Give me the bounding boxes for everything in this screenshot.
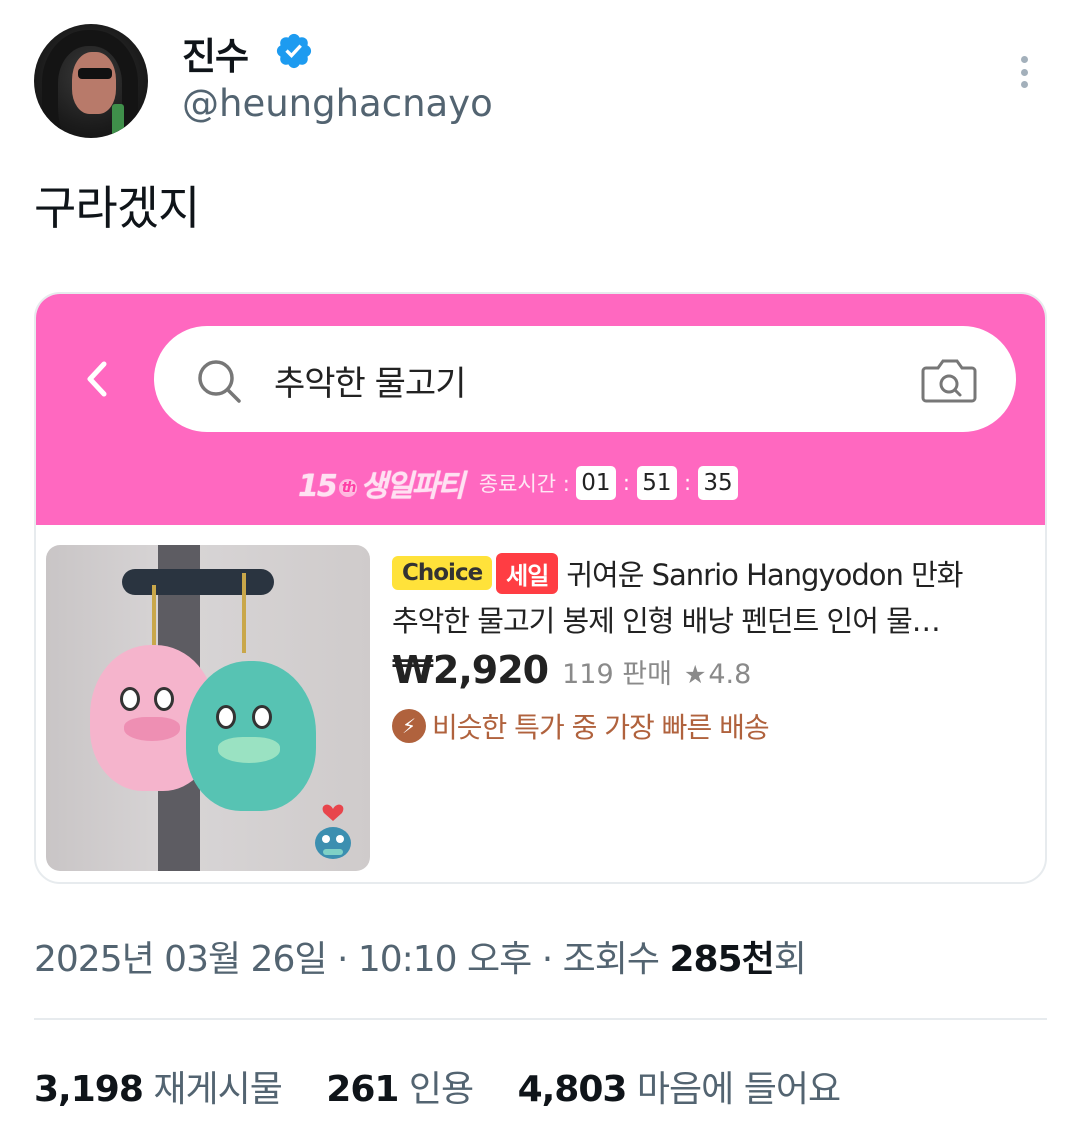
lightning-icon: ⚡ <box>392 709 426 743</box>
display-name[interactable]: 진수 <box>182 26 249 80</box>
product-info[interactable]: Choice 세일 귀여운 Sanrio Hangyodon 만화 추악한 물고… <box>392 552 1032 746</box>
like-count[interactable]: 4,803 <box>518 1069 628 1110</box>
search-bar[interactable]: 추악한 물고기 <box>154 326 1016 432</box>
user-handle[interactable]: @heunghacnayo <box>182 82 493 125</box>
avatar-face <box>72 52 116 114</box>
search-icon <box>198 360 241 403</box>
teal-plush <box>186 661 316 811</box>
product-title-line2[interactable]: 추악한 물고기 봉제 인형 배낭 펜던트 인어 물… <box>392 598 1032 638</box>
hangyodon-sticker-icon <box>315 804 351 859</box>
shop-header: 추악한 물고기 15th 생일파티 종료시간 : 01 : 51 : 35 <box>36 294 1045 525</box>
more-options-icon[interactable] <box>1010 52 1038 92</box>
promo-badge: 15th 생일파티 <box>298 469 465 504</box>
back-chevron-icon[interactable] <box>84 360 110 398</box>
attached-image-card[interactable]: 추악한 물고기 15th 생일파티 종료시간 : 01 : 51 : 35 Ch… <box>34 292 1047 884</box>
tweet-text: 구라겠지 <box>34 181 200 235</box>
timer-seconds: 35 <box>698 466 739 500</box>
camera-icon[interactable] <box>920 356 978 404</box>
product-rating: 4.8 <box>708 659 752 690</box>
quote-count[interactable]: 261 <box>326 1069 399 1110</box>
search-query[interactable]: 추악한 물고기 <box>274 356 466 405</box>
avatar-bottle <box>112 104 124 138</box>
engagement-stats: 3,198 재게시물 261 인용 4,803 마음에 들어요 <box>34 1060 874 1112</box>
timer-hours: 01 <box>575 466 616 500</box>
timer-minutes: 51 <box>636 466 677 500</box>
product-title-line1[interactable]: 귀여운 Sanrio Hangyodon 만화 <box>566 552 963 594</box>
choice-tag: Choice <box>392 556 493 590</box>
views-label: 조회수 <box>562 939 660 980</box>
star-icon: ★ <box>683 660 707 689</box>
tweet-date[interactable]: 2025년 03월 26일 <box>34 939 327 980</box>
quote-label[interactable]: 인용 <box>409 1069 474 1110</box>
product-image[interactable] <box>46 545 370 871</box>
avatar-sunglasses <box>78 68 112 79</box>
tweet-time[interactable]: 10:10 오후 <box>358 939 532 980</box>
retweet-count[interactable]: 3,198 <box>34 1069 144 1110</box>
promo-banner: 15th 생일파티 종료시간 : 01 : 51 : 35 <box>298 463 739 504</box>
avatar[interactable] <box>34 24 148 138</box>
timer-label: 종료시간 : <box>478 472 570 496</box>
views-count[interactable]: 285천 <box>669 939 774 980</box>
divider <box>34 1018 1047 1020</box>
retweet-label[interactable]: 재게시물 <box>153 1069 282 1110</box>
delivery-note: 비슷한 특가 중 가장 빠른 배송 <box>432 711 770 744</box>
product-price: ₩2,920 <box>392 648 549 692</box>
like-label[interactable]: 마음에 들어요 <box>637 1069 841 1110</box>
tweet-metadata: 2025년 03월 26일 · 10:10 오후 · 조회수 285천회 <box>34 939 807 980</box>
views-suffix: 회 <box>773 939 807 980</box>
verified-badge-icon[interactable] <box>274 31 314 71</box>
sold-count: 119 판매 <box>562 659 672 690</box>
sale-tag: 세일 <box>496 552 559 594</box>
